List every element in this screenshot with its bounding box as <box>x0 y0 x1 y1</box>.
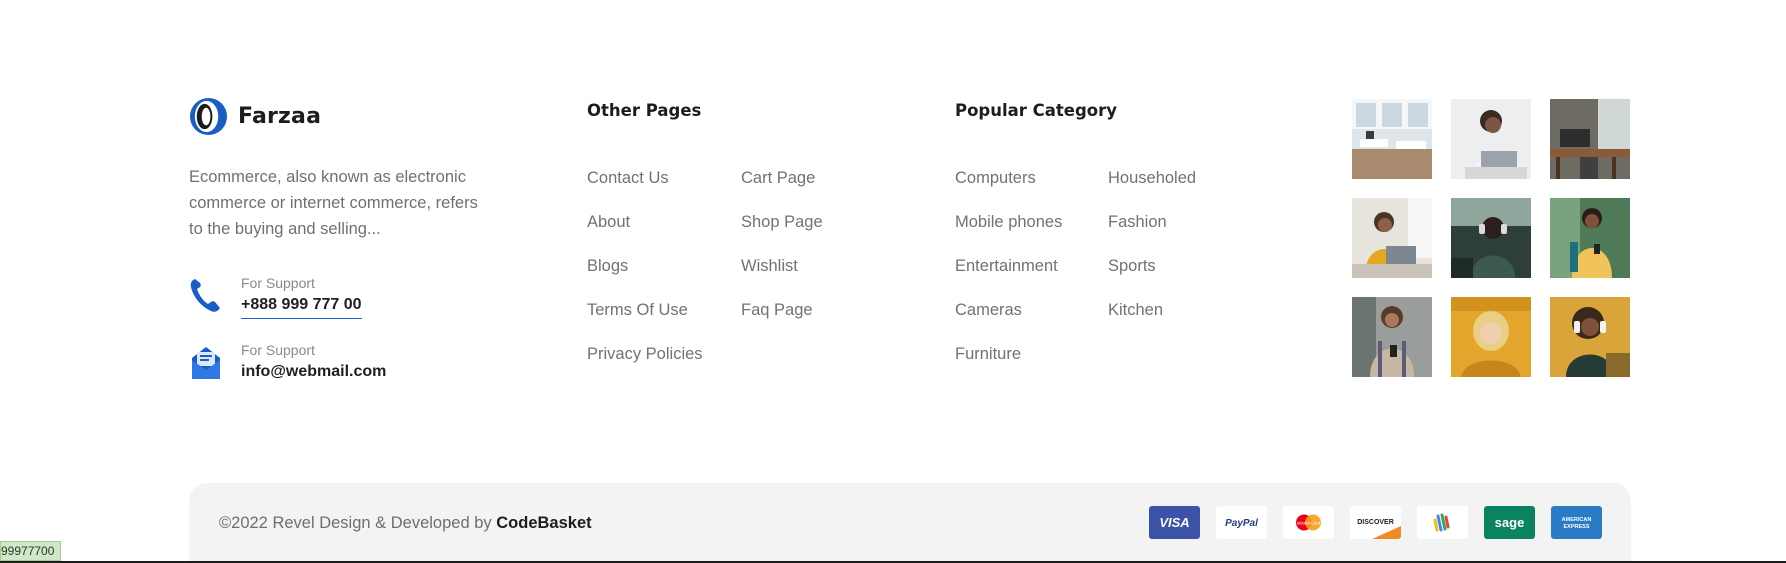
category-link-fashion[interactable]: Fashion <box>1108 213 1167 231</box>
visa-icon: VISA <box>1149 506 1200 539</box>
paypal-text: PayPal <box>1225 518 1258 529</box>
mastercard-text: MasterCard <box>1297 521 1321 526</box>
other-pages-list-1: Contact Us About Blogs Terms Of Use Priv… <box>587 168 703 388</box>
popular-category-list-1: Computers Mobile phones Entertainment Ca… <box>955 168 1062 388</box>
footer-link-privacy[interactable]: Privacy Policies <box>587 345 703 363</box>
gallery-thumb-man-phone-backpack[interactable] <box>1550 198 1630 278</box>
category-link-furniture[interactable]: Furniture <box>955 345 1021 363</box>
footer-bottom-bar: ©2022 Revel Design & Developed by CodeBa… <box>189 483 1631 563</box>
gallery-thumb-woman-yellow-laptop[interactable] <box>1352 198 1432 278</box>
category-link-sports[interactable]: Sports <box>1108 257 1156 275</box>
sage-icon: sage <box>1484 506 1535 539</box>
category-link-computers[interactable]: Computers <box>955 169 1036 187</box>
visa-text: VISA <box>1159 515 1189 530</box>
category-link-kitchen[interactable]: Kitchen <box>1108 301 1163 319</box>
category-link-householed[interactable]: Householed <box>1108 169 1196 187</box>
category-link-cameras[interactable]: Cameras <box>955 301 1022 319</box>
brand-name: Farzaa <box>238 103 322 129</box>
site-footer: Farzaa Ecommerce, also known as electron… <box>0 0 1786 470</box>
farzaa-logo-icon <box>189 97 228 135</box>
svg-text:AMERICAN: AMERICAN <box>1562 517 1592 523</box>
popular-category-title: Popular Category <box>955 101 1118 120</box>
gallery-thumb-man-headphones[interactable] <box>1451 198 1531 278</box>
popular-category-list-2: Householed Fashion Sports Kitchen <box>1108 168 1196 344</box>
gallery-thumb-woman-laptop[interactable] <box>1451 99 1531 179</box>
svg-text:EXPRESS: EXPRESS <box>1564 524 1590 530</box>
discover-icon: DISCOVER <box>1350 506 1401 539</box>
copyright-prefix: ©2022 Revel Design & Developed by <box>219 514 497 532</box>
copyright-text: ©2022 Revel Design & Developed by CodeBa… <box>219 514 592 533</box>
support-phone-link[interactable]: +888 999 777 00 <box>241 294 362 319</box>
brand-description: Ecommerce, also known as electronic comm… <box>189 168 478 238</box>
support-email-link[interactable]: info@webmail.com <box>241 361 386 383</box>
category-link-mobile-phones[interactable]: Mobile phones <box>955 213 1062 231</box>
status-chip: 99977700 <box>0 541 62 561</box>
brand-column: Farzaa Ecommerce, also known as electron… <box>189 96 489 383</box>
category-link-entertainment[interactable]: Entertainment <box>955 257 1058 275</box>
footer-link-contact-us[interactable]: Contact Us <box>587 169 669 187</box>
gallery-thumb-woman-phone[interactable] <box>1352 297 1432 377</box>
footer-logo[interactable]: Farzaa <box>189 96 489 136</box>
amex-icon: AMERICAN EXPRESS <box>1551 506 1602 539</box>
sage-text: sage <box>1495 515 1525 530</box>
gallery-thumb-office[interactable] <box>1352 99 1432 179</box>
footer-link-cart[interactable]: Cart Page <box>741 169 815 187</box>
mastercard-icon: MasterCard <box>1283 506 1334 539</box>
footer-link-blogs[interactable]: Blogs <box>587 257 628 275</box>
phone-icon <box>190 279 220 312</box>
footer-link-terms[interactable]: Terms Of Use <box>587 301 688 319</box>
gallery-thumb-desk[interactable] <box>1550 99 1630 179</box>
paypal-icon: PayPal <box>1216 506 1267 539</box>
other-pages-title: Other Pages <box>587 101 702 120</box>
support-email: For Support info@webmail.com <box>189 341 489 383</box>
payment-methods: VISA PayPal MasterCard DISCOVER sage AME… <box>1149 506 1602 539</box>
google-wallet-icon <box>1417 506 1468 539</box>
support-phone: For Support +888 999 777 00 <box>189 274 489 319</box>
footer-link-wishlist[interactable]: Wishlist <box>741 257 798 275</box>
discover-text: DISCOVER <box>1357 519 1394 526</box>
footer-link-faq[interactable]: Faq Page <box>741 301 813 319</box>
footer-link-about[interactable]: About <box>587 213 630 231</box>
contact-label: For Support <box>241 342 315 358</box>
photo-gallery <box>1352 99 1630 377</box>
mail-icon <box>192 347 220 379</box>
footer-link-shop[interactable]: Shop Page <box>741 213 823 231</box>
codebasket-link[interactable]: CodeBasket <box>496 514 591 532</box>
gallery-thumb-woman-yellow-pillow[interactable] <box>1451 297 1531 377</box>
contact-label: For Support <box>241 275 315 291</box>
gallery-thumb-woman-headphones[interactable] <box>1550 297 1630 377</box>
other-pages-list-2: Cart Page Shop Page Wishlist Faq Page <box>741 168 823 344</box>
